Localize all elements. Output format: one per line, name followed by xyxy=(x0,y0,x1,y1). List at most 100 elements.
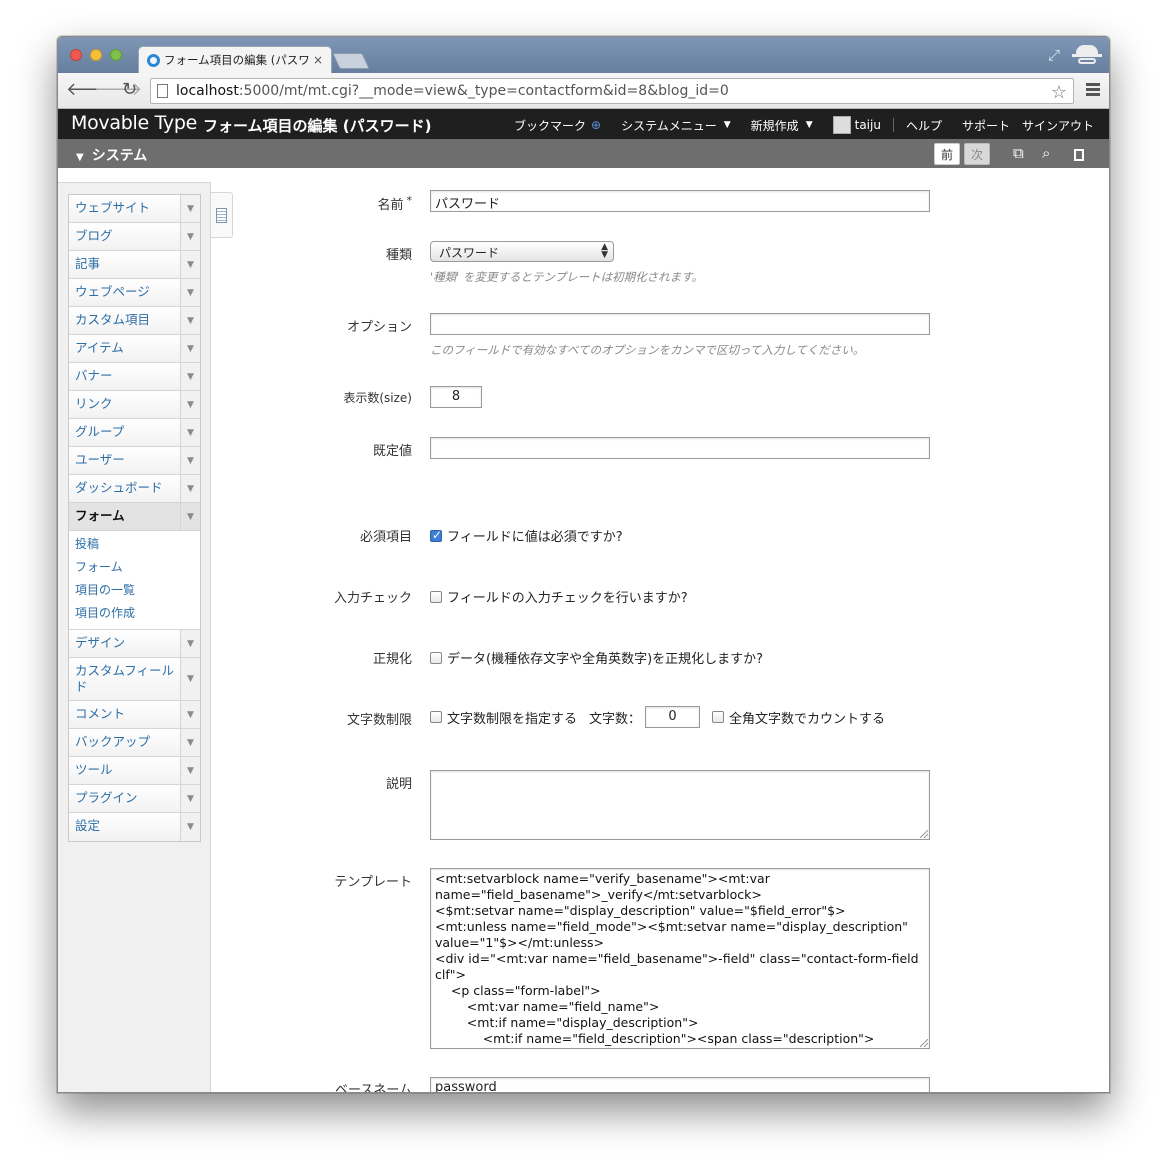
sidebar-item-label: ユーザー xyxy=(69,447,180,474)
chrome-menu-icon[interactable] xyxy=(1086,83,1100,98)
sidebar-item-backup[interactable]: バックアップ ▼ xyxy=(69,729,200,757)
tab-close-icon[interactable]: × xyxy=(313,53,323,67)
sidebar-item-items[interactable]: アイテム ▼ xyxy=(69,335,200,363)
sidebar-item-entries[interactable]: 記事 ▼ xyxy=(69,251,200,279)
sidebar-item-tools[interactable]: ツール ▼ xyxy=(69,757,200,785)
fullscreen-icon[interactable]: ⤢ xyxy=(1048,46,1060,64)
sidebar-item-label: コメント xyxy=(69,701,180,728)
fullwidth-text: 全角文字数でカウントする xyxy=(729,711,886,727)
sidebar-item-website[interactable]: ウェブサイト ▼ xyxy=(69,195,200,223)
address-bar[interactable]: localhost :5000/mt/mt.cgi?__mode=view&_t… xyxy=(150,78,1074,104)
chevron-down-icon[interactable]: ▼ xyxy=(180,475,200,502)
options-field[interactable] xyxy=(430,313,930,335)
chevron-down-icon[interactable]: ▼ xyxy=(180,447,200,474)
sidebar-item-comments[interactable]: コメント ▼ xyxy=(69,701,200,729)
sidebar-item-label: ブログ xyxy=(69,223,180,250)
sidebar-item-label: ウェブサイト xyxy=(69,195,180,222)
support-label: サポート xyxy=(961,118,1010,133)
chevron-down-icon[interactable]: ▼ xyxy=(180,785,200,812)
submenu-item-field-list[interactable]: 項目の一覧 xyxy=(69,579,200,602)
resize-grip-icon[interactable] xyxy=(920,830,928,838)
chevron-down-icon[interactable]: ▼ xyxy=(180,307,200,334)
chevron-down-icon[interactable]: ▼ xyxy=(180,419,200,446)
required-checkbox[interactable] xyxy=(430,528,442,542)
minimize-window-icon[interactable] xyxy=(90,49,102,61)
chevron-down-icon[interactable]: ▼ xyxy=(180,195,200,222)
sidebar-item-links[interactable]: リンク ▼ xyxy=(69,391,200,419)
user-menu[interactable]: taiju xyxy=(832,116,881,134)
view-site-icon[interactable]: ⧉ xyxy=(1013,144,1024,162)
validate-checkbox[interactable] xyxy=(430,590,442,603)
chevron-down-icon[interactable]: ▼ xyxy=(180,503,200,530)
name-label-text: 名前 xyxy=(377,198,404,213)
chevron-down-icon[interactable]: ▼ xyxy=(180,729,200,756)
search-icon[interactable]: ⌕ xyxy=(1042,144,1050,162)
next-button[interactable]: 次 xyxy=(964,143,990,165)
bookmark-star-icon[interactable]: ☆ xyxy=(1051,82,1067,103)
charcount-field[interactable]: 0 xyxy=(645,706,701,728)
sidebar-item-settings[interactable]: 設定 ▼ xyxy=(69,813,200,841)
sidebar-item-pages[interactable]: ウェブページ ▼ xyxy=(69,279,200,307)
options-hint: このフィールドで有効なすべてのオプションをカンマで区切って入力してください。 xyxy=(430,343,865,357)
close-window-icon[interactable] xyxy=(70,49,82,61)
signout-link[interactable]: サインアウト xyxy=(1022,117,1094,134)
basename-field[interactable]: password xyxy=(430,1077,930,1092)
sidebar-item-blog[interactable]: ブログ ▼ xyxy=(69,223,200,251)
chevron-down-icon[interactable]: ▼ xyxy=(180,363,200,390)
name-field[interactable]: パスワード xyxy=(430,190,930,212)
chevron-down-icon[interactable]: ▼ xyxy=(180,813,200,841)
template-textarea[interactable]: <mt:setvarblock name="verify_basename"><… xyxy=(430,868,930,1049)
sidebar-item-label: ツール xyxy=(69,757,180,784)
submenu-item-create-field[interactable]: 項目の作成 xyxy=(69,602,200,625)
chevron-down-icon[interactable]: ▼ xyxy=(180,335,200,362)
chevron-down-icon[interactable]: ▼ xyxy=(180,223,200,250)
submenu-item-forms[interactable]: フォーム xyxy=(69,556,200,579)
reload-icon[interactable]: ↻ xyxy=(122,81,137,99)
sidebar-item-groups[interactable]: グループ ▼ xyxy=(69,419,200,447)
new-menu[interactable]: 新規作成 ▼ xyxy=(751,117,813,134)
submenu-item-posts[interactable]: 投稿 xyxy=(69,533,200,556)
browser-tab[interactable]: フォーム項目の編集 (パスワ × xyxy=(138,46,332,73)
zoom-window-icon[interactable] xyxy=(110,49,122,61)
charlimit-label: 文字数制限 xyxy=(346,713,412,728)
new-tab-button[interactable] xyxy=(332,53,370,69)
type-select[interactable]: パスワード ▲ ▼ xyxy=(430,241,614,262)
mt-logo[interactable]: Movable Type xyxy=(71,112,197,134)
validate-option[interactable]: フィールドの入力チェックを行いますか? xyxy=(430,587,688,606)
prev-button[interactable]: 前 xyxy=(934,143,960,165)
system-menu[interactable]: システムメニュー ▼ xyxy=(621,117,731,134)
bookmark-menu[interactable]: ブックマーク ⊕ xyxy=(514,117,601,134)
chevron-down-icon[interactable]: ▼ xyxy=(180,391,200,418)
sidebar-item-design[interactable]: デザイン ▼ xyxy=(69,630,200,658)
chevron-down-icon[interactable]: ▼ xyxy=(180,658,200,700)
default-field[interactable] xyxy=(430,437,930,459)
sidebar-item-label: フォーム xyxy=(69,503,180,530)
support-link[interactable]: サポート xyxy=(962,117,1010,134)
size-field[interactable]: 8 xyxy=(430,386,482,408)
sidebar-item-forms[interactable]: フォーム ▼ xyxy=(69,503,200,531)
sidebar-item-custom-items[interactable]: カスタム項目 ▼ xyxy=(69,307,200,335)
help-link[interactable]: ヘルプ xyxy=(906,117,942,134)
normalize-checkbox[interactable] xyxy=(430,651,442,664)
chevron-down-icon[interactable]: ▼ xyxy=(180,701,200,728)
scope-selector[interactable]: ▼ システム xyxy=(76,145,147,165)
fullwidth-checkbox[interactable] xyxy=(712,711,725,723)
chevron-down-icon[interactable]: ▼ xyxy=(180,757,200,784)
chevron-down-icon[interactable]: ▼ xyxy=(180,279,200,306)
lock-icon[interactable] xyxy=(1074,149,1084,161)
sidebar-item-dashboard[interactable]: ダッシュボード ▼ xyxy=(69,475,200,503)
description-textarea[interactable] xyxy=(430,770,930,840)
sidebar-item-custom-fields[interactable]: カスタムフィールド ▼ xyxy=(69,658,200,701)
sidebar-item-label: バックアップ xyxy=(69,729,180,756)
sidebar-item-plugins[interactable]: プラグイン ▼ xyxy=(69,785,200,813)
chevron-down-icon[interactable]: ▼ xyxy=(180,630,200,657)
chevron-down-icon[interactable]: ▼ xyxy=(180,251,200,278)
required-option[interactable]: フィールドに値は必須ですか? xyxy=(430,526,623,545)
sidebar-item-users[interactable]: ユーザー ▼ xyxy=(69,447,200,475)
charlimit-checkbox[interactable] xyxy=(430,711,442,723)
template-text: <mt:setvarblock name="verify_basename"><… xyxy=(435,871,919,1048)
resize-grip-icon[interactable] xyxy=(920,1039,928,1047)
normalize-option[interactable]: データ(機種依存文字や全角英数字)を正規化しますか? xyxy=(430,648,763,667)
sidebar-item-banners[interactable]: バナー ▼ xyxy=(69,363,200,391)
widget-toggle[interactable] xyxy=(211,192,233,238)
